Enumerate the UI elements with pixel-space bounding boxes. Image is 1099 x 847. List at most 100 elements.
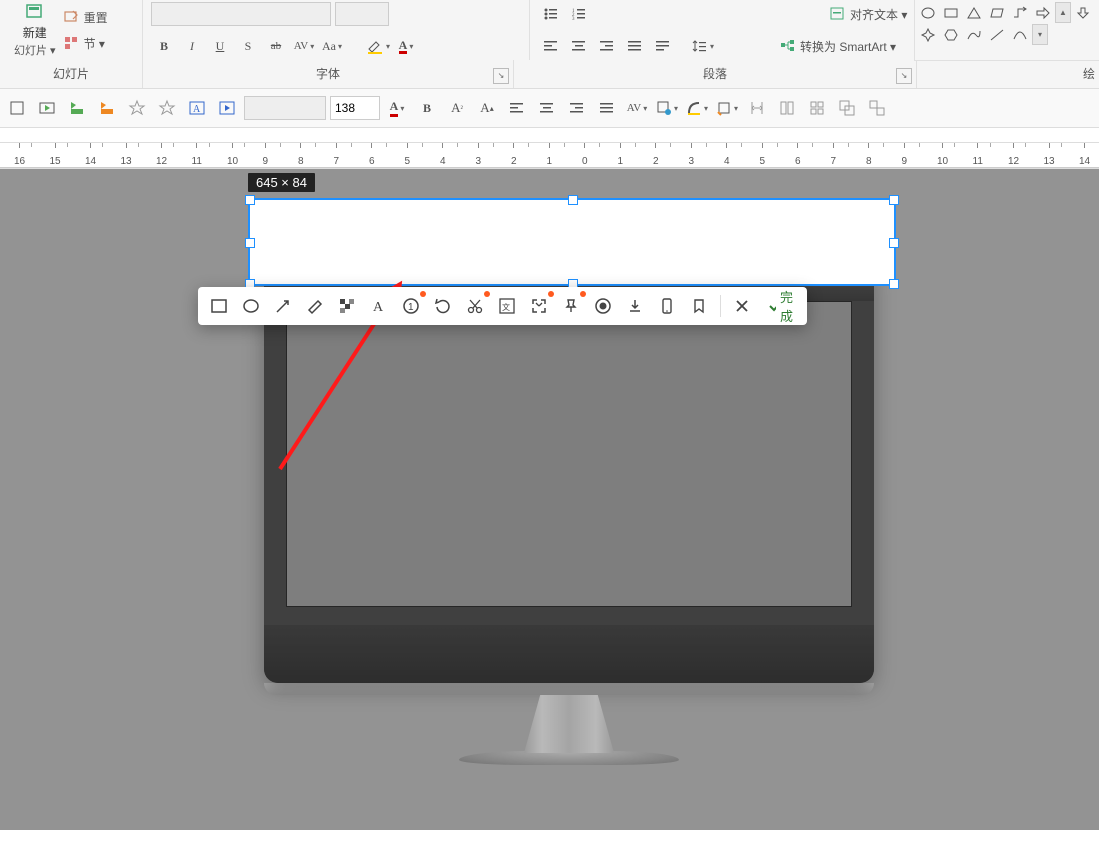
tool-dist-a[interactable]: [744, 96, 770, 120]
tool-textbox-a[interactable]: A: [184, 96, 210, 120]
shape-triangle[interactable]: [963, 2, 985, 23]
annot-text-button[interactable]: A: [366, 293, 392, 319]
font-color-button[interactable]: A▾: [393, 34, 419, 58]
char-spacing-button[interactable]: AV▾: [291, 34, 317, 58]
ruler-tick: 11: [973, 143, 983, 167]
reset-slide-button[interactable]: 重置: [64, 5, 124, 29]
numbering-button[interactable]: 123: [566, 2, 592, 26]
selection-handle-se[interactable]: [889, 279, 899, 289]
shape-hexagon[interactable]: [940, 24, 962, 45]
tool-play[interactable]: [34, 96, 60, 120]
tool-crop[interactable]: [4, 96, 30, 120]
annot-mosaic-button[interactable]: [334, 293, 360, 319]
shape-arrow-down[interactable]: [1072, 2, 1094, 23]
font-color-button2[interactable]: A▾: [384, 96, 410, 120]
annot-bookmark-button[interactable]: [686, 293, 712, 319]
annot-phone-button[interactable]: [654, 293, 680, 319]
font-family-input[interactable]: [151, 2, 331, 26]
align-right-button[interactable]: [594, 34, 620, 58]
ruler-tick: 16: [14, 143, 25, 167]
selection-handle-ne[interactable]: [889, 195, 899, 205]
align-justify-button2[interactable]: [594, 96, 620, 120]
shape-effects-button[interactable]: ▾: [714, 96, 740, 120]
italic-button[interactable]: I: [179, 34, 205, 58]
shape-star4[interactable]: [917, 24, 939, 45]
underline-button[interactable]: U: [207, 34, 233, 58]
char-spacing-button2[interactable]: AV▾: [624, 96, 650, 120]
tool-dist-b[interactable]: [774, 96, 800, 120]
tool-dist-c[interactable]: [804, 96, 830, 120]
highlight-color-button[interactable]: ▾: [365, 34, 391, 58]
annot-ocr-button[interactable]: 文: [494, 293, 520, 319]
selection-handle-w[interactable]: [245, 238, 255, 248]
pin-icon: [562, 297, 580, 315]
annot-pin-button[interactable]: [558, 293, 584, 319]
ribbon-group-slides: 新建 幻灯片 ▾ 重置 节 ▾: [0, 0, 143, 60]
annot-rect-button[interactable]: [206, 293, 232, 319]
annot-ellipse-button[interactable]: [238, 293, 264, 319]
font-family-input2[interactable]: [244, 96, 326, 120]
superscript-button[interactable]: A²: [444, 96, 470, 120]
annot-number-button[interactable]: 1: [398, 293, 424, 319]
shapes-gallery[interactable]: ▲ ▾: [914, 0, 1099, 61]
section-button[interactable]: 节 ▾: [64, 31, 124, 55]
shape-arc[interactable]: [1009, 24, 1031, 45]
annot-arrow-button[interactable]: [270, 293, 296, 319]
selection-handle-nw[interactable]: [245, 195, 255, 205]
annot-cut-button[interactable]: [462, 293, 488, 319]
shadow-button[interactable]: S: [235, 34, 261, 58]
selection-handle-n[interactable]: [568, 195, 578, 205]
screenshot-selection[interactable]: [248, 198, 896, 286]
tool-textbox-play[interactable]: [214, 96, 240, 120]
tool-group[interactable]: [834, 96, 860, 120]
bullets-button[interactable]: [538, 2, 564, 26]
bold-button[interactable]: B: [151, 34, 177, 58]
align-distribute-button[interactable]: [650, 34, 676, 58]
annot-done-button[interactable]: 完成: [761, 293, 799, 319]
shape-parallelogram[interactable]: [986, 2, 1008, 23]
slide-canvas[interactable]: 645 × 84 A 1 文 完成: [0, 169, 1099, 830]
shape-arrow-right[interactable]: [1032, 2, 1054, 23]
tool-flag-orange[interactable]: [94, 96, 120, 120]
align-center-button[interactable]: [566, 34, 592, 58]
annot-close-button[interactable]: [729, 293, 755, 319]
shape-ellipse[interactable]: [917, 2, 939, 23]
svg-text:A: A: [373, 300, 384, 315]
case-label: Aa: [322, 39, 336, 54]
change-case-button[interactable]: Aa▾: [319, 34, 345, 58]
annot-undo-button[interactable]: [430, 293, 456, 319]
tool-star-outline2[interactable]: [154, 96, 180, 120]
font-size-input[interactable]: [330, 96, 380, 120]
align-left-button2[interactable]: [504, 96, 530, 120]
gallery-more[interactable]: ▾: [1032, 24, 1048, 45]
para-dialog-launcher[interactable]: ↘: [896, 68, 912, 84]
increase-font-button[interactable]: A▴: [474, 96, 500, 120]
gallery-scroll-up[interactable]: ▲: [1055, 2, 1071, 23]
bold-button2[interactable]: B: [414, 96, 440, 120]
shape-connector[interactable]: [1009, 2, 1031, 23]
tool-flag-green[interactable]: [64, 96, 90, 120]
annot-record-button[interactable]: [590, 293, 616, 319]
layout-dropdown[interactable]: 幻灯片 ▾: [14, 42, 56, 58]
font-dialog-launcher[interactable]: ↘: [493, 68, 509, 84]
annot-fullscreen-button[interactable]: [526, 293, 552, 319]
horizontal-ruler[interactable]: 1615141312111098765432101234567891011121…: [0, 143, 1099, 168]
font-size-input-top[interactable]: [335, 2, 389, 26]
align-justify-button[interactable]: [622, 34, 648, 58]
shape-outline-button[interactable]: ▾: [684, 96, 710, 120]
shape-fill-button[interactable]: ▾: [654, 96, 680, 120]
new-slide-button[interactable]: 新建 幻灯片 ▾: [8, 1, 62, 60]
line-spacing-button[interactable]: ▾: [690, 34, 716, 58]
strike-button[interactable]: ab: [263, 34, 289, 58]
shape-line[interactable]: [986, 24, 1008, 45]
align-right-button2[interactable]: [564, 96, 590, 120]
annot-download-button[interactable]: [622, 293, 648, 319]
shape-curve[interactable]: [963, 24, 985, 45]
tool-star-outline[interactable]: [124, 96, 150, 120]
shape-rect[interactable]: [940, 2, 962, 23]
align-left-button[interactable]: [538, 34, 564, 58]
selection-handle-e[interactable]: [889, 238, 899, 248]
align-center-button2[interactable]: [534, 96, 560, 120]
annot-pen-button[interactable]: [302, 293, 328, 319]
tool-ungroup[interactable]: [864, 96, 890, 120]
